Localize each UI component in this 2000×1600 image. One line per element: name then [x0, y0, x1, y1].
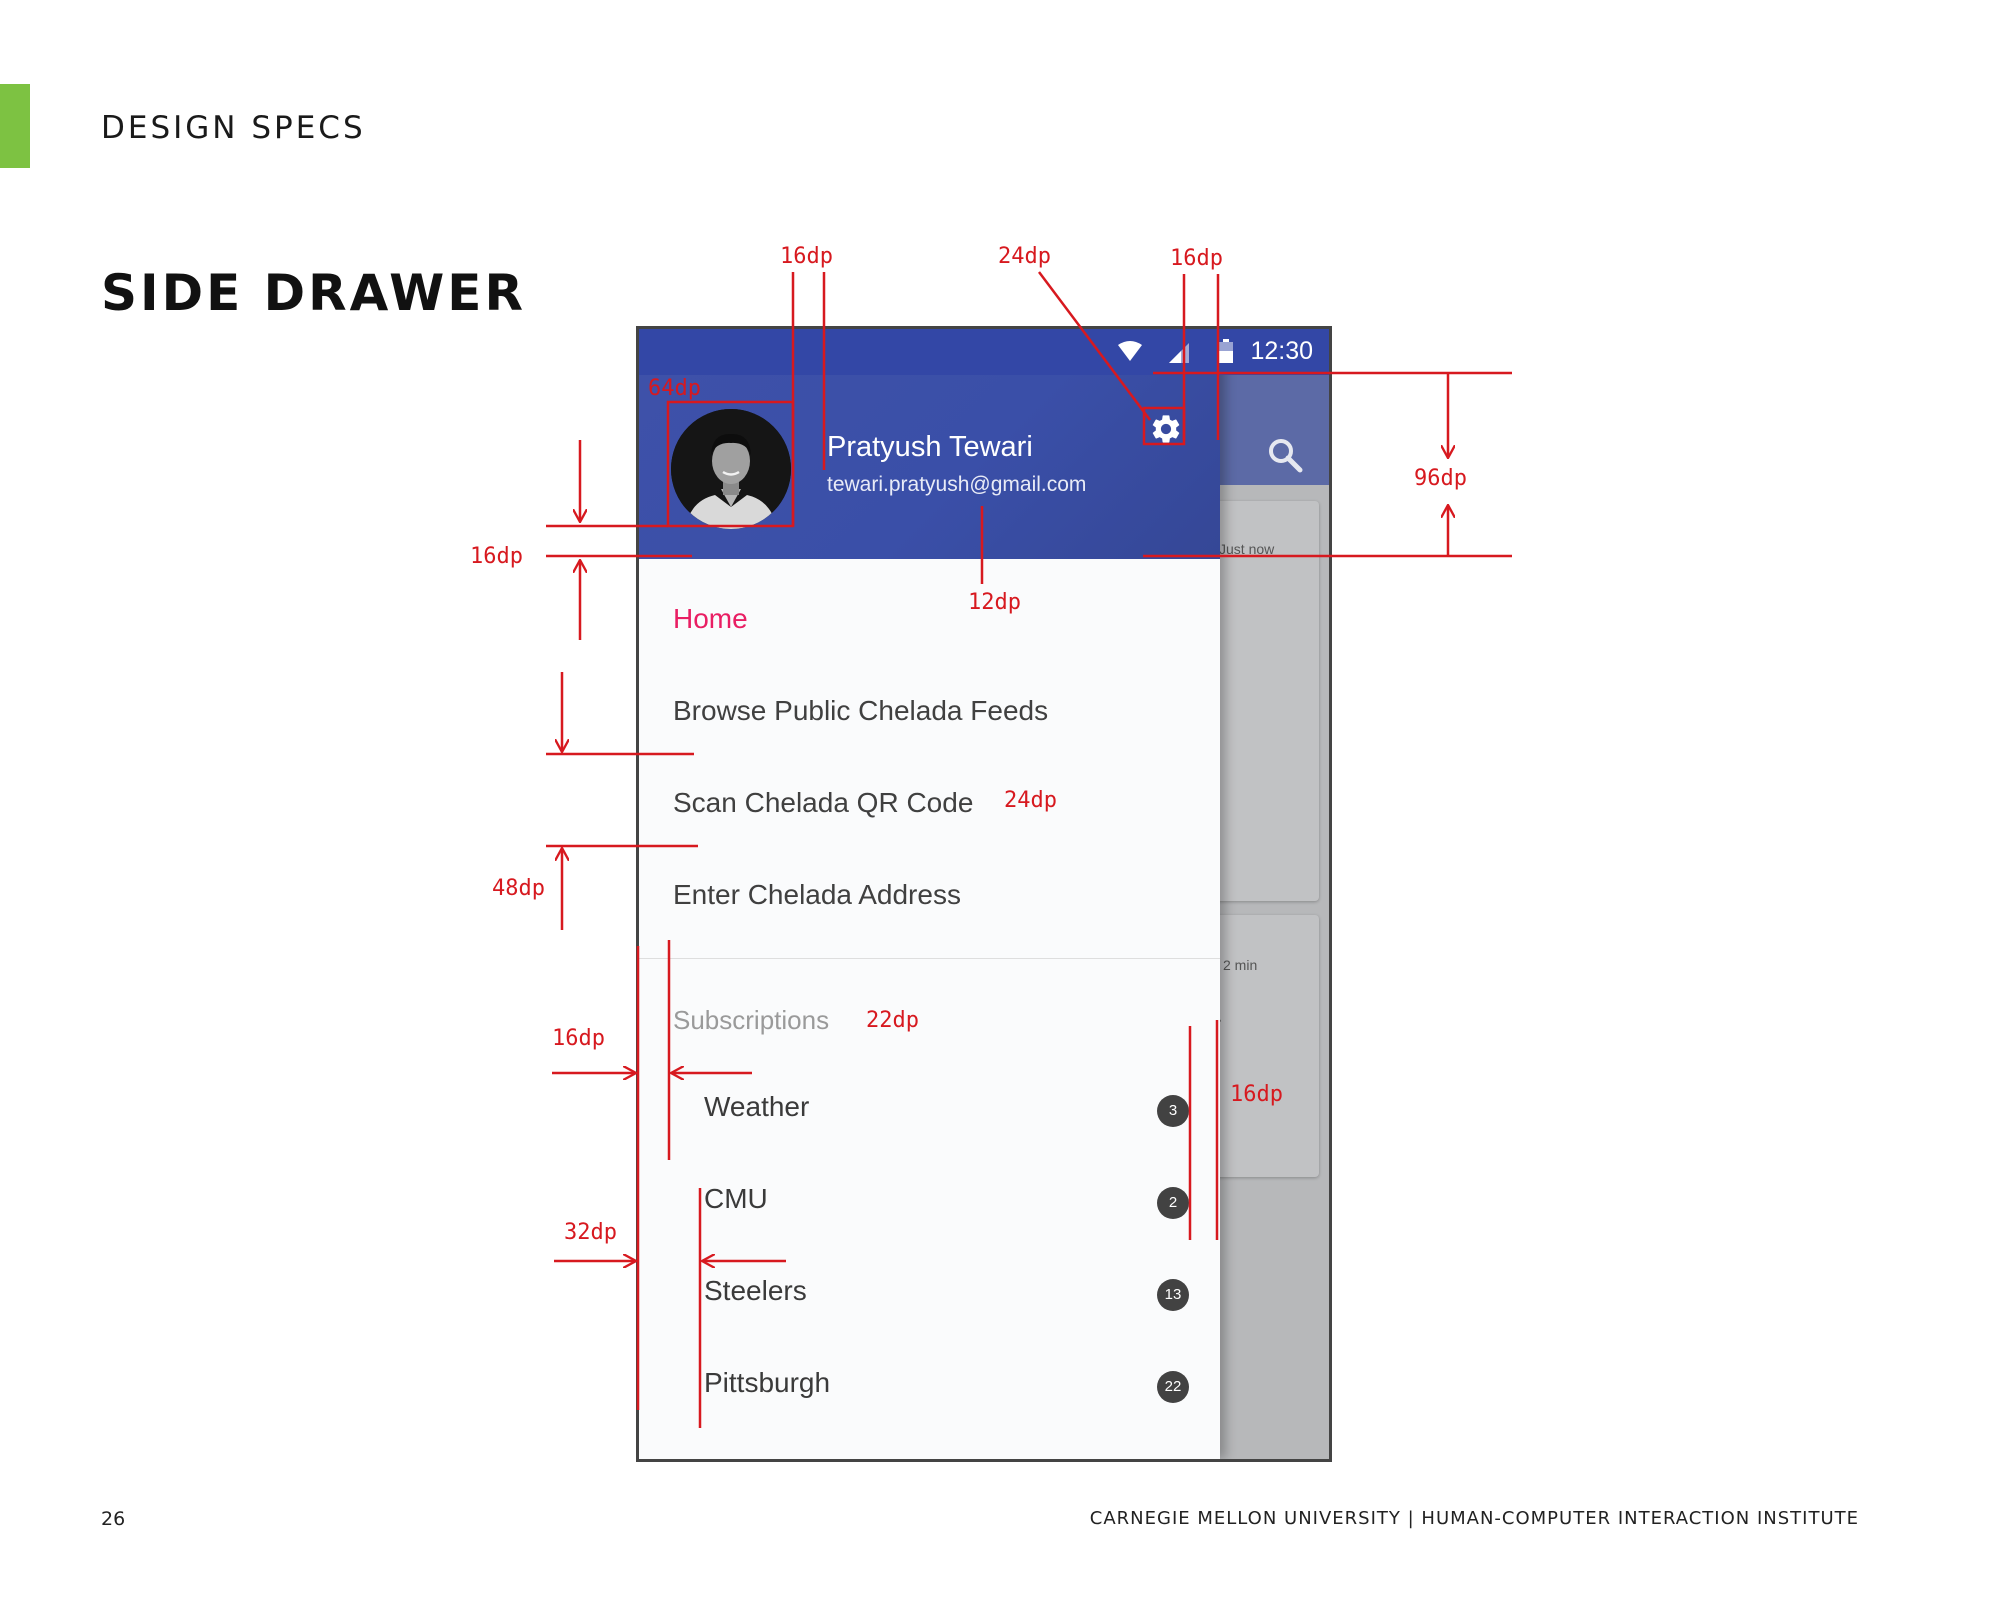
menu-item-browse-feeds[interactable]: Browse Public Chelada Feeds: [673, 695, 1048, 727]
menu-item-home[interactable]: Home: [673, 603, 748, 635]
drawer-header: Pratyush Tewari tewari.pratyush@gmail.co…: [639, 375, 1220, 559]
signal-icon: [1169, 343, 1189, 363]
subscription-item-weather[interactable]: Weather: [704, 1091, 809, 1123]
spec-label-badge-right: 16dp: [1230, 1082, 1283, 1107]
spec-label-header-height: 96dp: [1414, 466, 1467, 491]
page-title: SIDE DRAWER: [101, 264, 526, 322]
spec-label-settings-right: 16dp: [1170, 246, 1223, 271]
count-badge: 2: [1157, 1187, 1189, 1219]
menu-item-enter-address[interactable]: Enter Chelada Address: [673, 879, 961, 911]
user-email: tewari.pratyush@gmail.com: [827, 473, 1087, 496]
count-badge: 13: [1157, 1279, 1189, 1311]
count-badge: 3: [1157, 1095, 1189, 1127]
gear-icon[interactable]: [1149, 412, 1183, 446]
page-number: 26: [101, 1508, 126, 1530]
status-time: 12:30: [1250, 337, 1313, 365]
footer-credit: CARNEGIE MELLON UNIVERSITY | HUMAN-COMPU…: [1089, 1508, 1859, 1529]
spec-label-avatar-bottom: 16dp: [470, 544, 523, 569]
avatar[interactable]: [671, 409, 791, 529]
subscription-item-pittsburgh[interactable]: Pittsburgh: [704, 1367, 830, 1399]
spec-label-sub-indent: 32dp: [564, 1220, 617, 1245]
subscription-item-steelers[interactable]: Steelers: [704, 1275, 807, 1307]
phone-mockup: 12:30 Just now 2 min a Pratyush Tewa: [636, 326, 1332, 1462]
status-bar: 12:30: [639, 329, 1329, 375]
spec-label-subs-spacing: 22dp: [866, 1008, 919, 1033]
spec-label-email-bottom: 12dp: [968, 590, 1021, 615]
subscription-item-cmu[interactable]: CMU: [704, 1183, 768, 1215]
accent-bar: [0, 84, 30, 168]
user-name: Pratyush Tewari: [827, 431, 1033, 463]
search-icon[interactable]: [1265, 435, 1305, 475]
spec-label-avatar-size: 64dp: [648, 376, 701, 401]
avatar-photo: [671, 409, 791, 529]
side-drawer: Pratyush Tewari tewari.pratyush@gmail.co…: [639, 329, 1220, 1459]
spec-label-avatar-left: 16dp: [780, 244, 833, 269]
battery-icon: [1219, 339, 1233, 363]
menu-item-scan-qr[interactable]: Scan Chelada QR Code: [673, 787, 973, 819]
section-label: DESIGN SPECS: [101, 110, 366, 146]
wifi-icon: [1118, 341, 1142, 361]
spec-label-drawer-left: 16dp: [552, 1026, 605, 1051]
card-timestamp: Just now: [1219, 541, 1275, 557]
spec-label-settings-size: 24dp: [998, 244, 1051, 269]
spec-label-item-height: 48dp: [492, 876, 545, 901]
menu-divider: [639, 958, 1220, 959]
card-timestamp: 2 min: [1223, 957, 1258, 973]
subscriptions-heading: Subscriptions: [673, 1005, 830, 1035]
count-badge: 22: [1157, 1371, 1189, 1403]
spec-label-text-margin: 24dp: [1004, 788, 1057, 813]
